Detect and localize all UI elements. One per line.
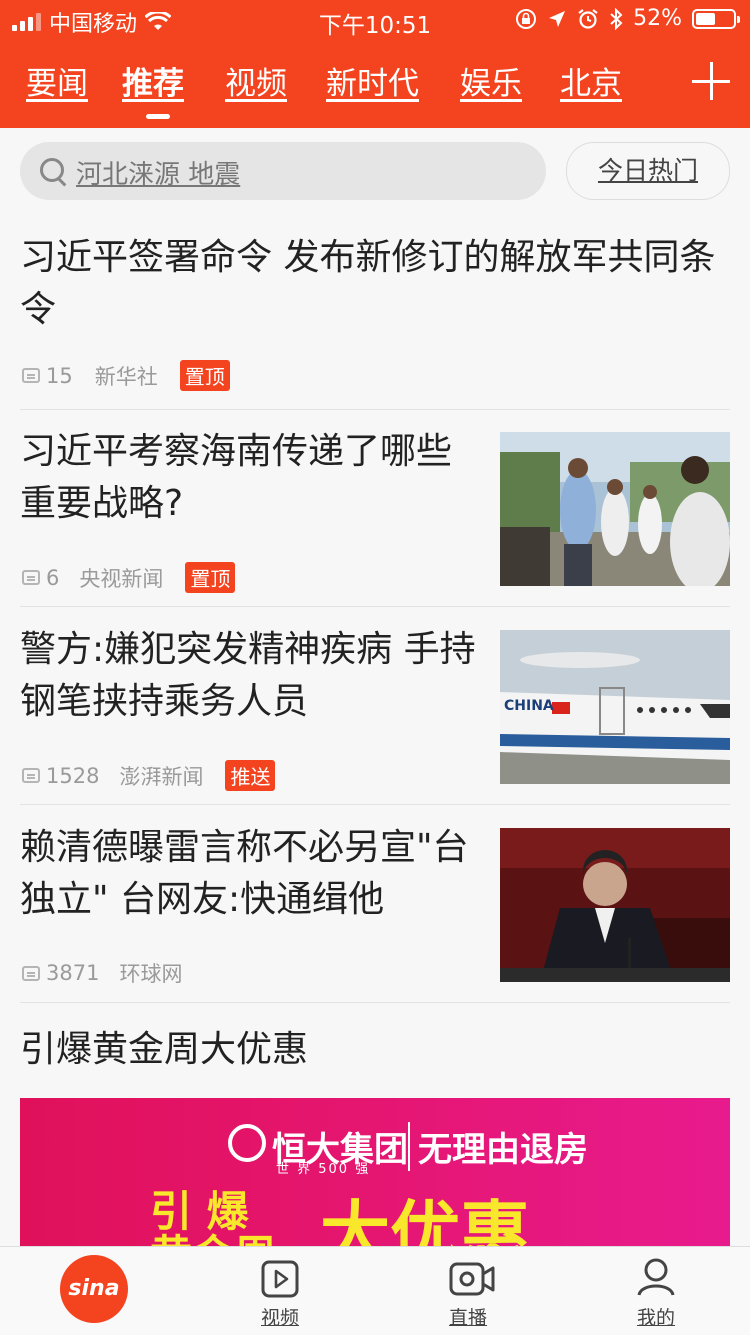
svg-text:CHINA: CHINA (504, 698, 554, 714)
live-camera-icon (449, 1262, 495, 1296)
divider (20, 1002, 730, 1003)
divider (20, 606, 730, 607)
nav-video-label: 视频 (260, 1307, 299, 1329)
news-item[interactable]: 习近平签署命令 发布新修订的解放军共同条令 (20, 232, 720, 336)
user-icon (637, 1258, 675, 1296)
bluetooth-icon (610, 7, 623, 30)
channel-tabs: 要闻 推荐 视频 新时代 娱乐 北京 (0, 58, 750, 119)
news-meta: 15 新华社 置顶 (22, 360, 230, 391)
news-title[interactable]: 习近平考察海南传递了哪些重要战略? (20, 426, 480, 530)
tab-beijing[interactable]: 北京 (560, 58, 622, 103)
video-play-icon (261, 1260, 299, 1298)
photo-airplane: CHINA (500, 630, 730, 784)
active-tab-indicator (146, 114, 170, 119)
tab-tuijian[interactable]: 推荐 (122, 58, 184, 103)
news-meta: 3871 环球网 (22, 958, 182, 988)
tab-xinshidai[interactable]: 新时代 (326, 58, 419, 103)
comment-icon (22, 965, 40, 981)
nav-video[interactable]: 视频 (220, 1247, 340, 1335)
comment-icon (22, 570, 40, 585)
ad-big-text: 大优惠 (320, 1193, 530, 1248)
status-right: 52% (515, 6, 740, 31)
news-title[interactable]: 赖清德曝雷言称不必另宣"台独立" 台网友:快通缉他 (20, 822, 490, 926)
tab-yaowen[interactable]: 要闻 (26, 58, 88, 103)
photo-inspection (500, 432, 730, 586)
location-icon (549, 10, 566, 27)
news-thumbnail[interactable]: CHINA (500, 630, 730, 784)
sina-logo-icon[interactable]: sina (60, 1255, 128, 1323)
tab-shipin[interactable]: 视频 (225, 58, 287, 103)
add-channel-icon[interactable] (692, 62, 730, 100)
comment-count: 6 (46, 565, 60, 590)
nav-me[interactable]: 我的 (596, 1247, 716, 1335)
search-input[interactable]: 河北涞源 地震 (20, 142, 546, 200)
news-meta: 6 央视新闻 置顶 (22, 562, 236, 593)
ad-banner[interactable]: 恒大集团 世 界 500 强 无理由退房 引 爆 黄金周 大优惠 (20, 1098, 730, 1248)
comment-count: 15 (46, 363, 73, 388)
bottom-nav: sina 视频 直播 我的 (0, 1246, 750, 1335)
photo-speaker (500, 828, 730, 982)
search-placeholder: 河北涞源 地震 (76, 160, 241, 190)
comment-count: 1528 (46, 763, 100, 788)
battery-percent: 52% (633, 6, 682, 31)
divider (20, 804, 730, 805)
search-icon (40, 158, 64, 182)
ad-left-text-2: 黄金周 (150, 1222, 276, 1248)
news-source: 央视新闻 (79, 566, 164, 591)
push-badge: 推送 (225, 760, 276, 791)
ad-brand-sub: 世 界 500 强 (276, 1162, 371, 1177)
news-meta: 1528 澎湃新闻 推送 (22, 760, 276, 791)
nav-live[interactable]: 直播 (408, 1247, 528, 1335)
ad-title[interactable]: 引爆黄金周大优惠 (20, 1024, 720, 1076)
rotation-lock-icon (516, 8, 537, 29)
battery-icon (692, 8, 740, 29)
news-source: 环球网 (119, 962, 183, 986)
top-header: 中国移动 下午10:51 52% 要闻 推荐 视频 新时代 娱乐 北京 (0, 0, 750, 128)
news-item[interactable]: 警方:嫌犯突发精神疾病 手持钢笔挟持乘务人员 (20, 624, 490, 728)
tab-yule[interactable]: 娱乐 (460, 58, 522, 103)
status-bar: 中国移动 下午10:51 52% (0, 0, 750, 40)
alarm-icon (578, 8, 598, 29)
today-hot-button[interactable]: 今日热门 (566, 142, 730, 200)
divider (20, 409, 730, 410)
news-item[interactable]: 赖清德曝雷言称不必另宣"台独立" 台网友:快通缉他 (20, 822, 490, 926)
ad-item[interactable]: 引爆黄金周大优惠 (20, 1024, 720, 1076)
news-title[interactable]: 习近平签署命令 发布新修订的解放军共同条令 (20, 232, 720, 336)
comment-icon (22, 368, 40, 383)
news-thumbnail[interactable] (500, 432, 730, 586)
news-source: 新华社 (94, 364, 158, 389)
comment-count: 3871 (46, 961, 100, 985)
comment-icon (22, 768, 40, 783)
evergrande-logo-icon (228, 1124, 266, 1162)
news-item[interactable]: 习近平考察海南传递了哪些重要战略? (20, 426, 480, 530)
nav-live-label: 直播 (448, 1307, 487, 1329)
nav-me-label: 我的 (636, 1307, 675, 1329)
pinned-badge: 置顶 (179, 360, 230, 391)
ad-slogan: 无理由退房 (408, 1122, 588, 1171)
news-source: 澎湃新闻 (119, 764, 204, 789)
pinned-badge: 置顶 (185, 562, 236, 593)
news-thumbnail[interactable] (500, 828, 730, 982)
news-title[interactable]: 警方:嫌犯突发精神疾病 手持钢笔挟持乘务人员 (20, 624, 490, 728)
